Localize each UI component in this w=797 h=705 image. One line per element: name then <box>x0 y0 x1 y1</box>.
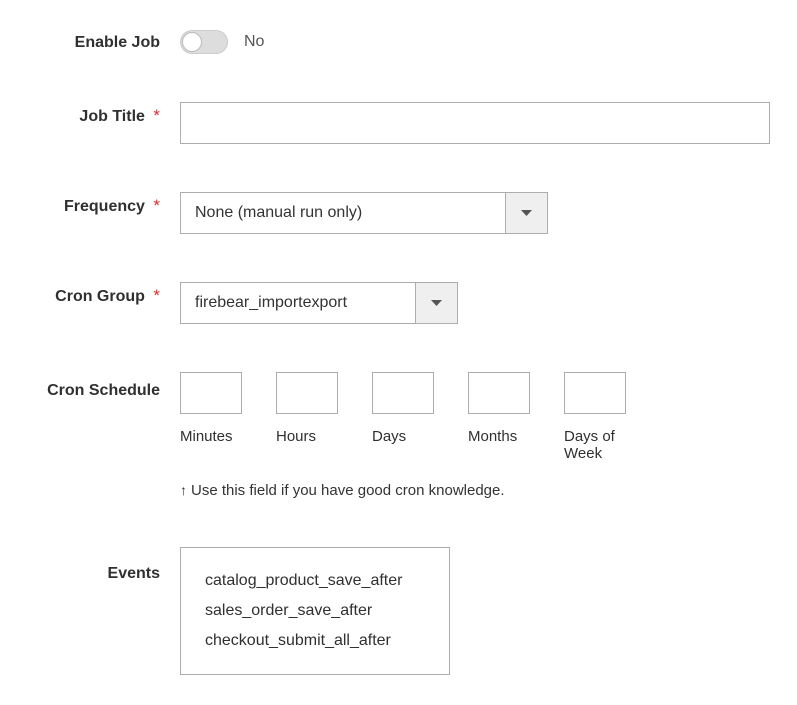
list-item[interactable]: sales_order_save_after <box>181 596 449 626</box>
enable-job-toggle[interactable] <box>180 30 228 54</box>
chevron-down-icon <box>505 193 547 233</box>
arrow-up-icon: ↑ <box>180 482 187 498</box>
list-item[interactable]: catalog_product_save_after <box>181 566 449 596</box>
enable-job-label: Enable Job <box>75 34 160 51</box>
cron-minutes-label: Minutes <box>180 428 233 445</box>
cron-months-label: Months <box>468 428 517 445</box>
required-marker: * <box>153 196 160 215</box>
cron-dow-input[interactable] <box>564 372 626 414</box>
frequency-select[interactable]: None (manual run only) <box>180 192 548 234</box>
job-title-label: Job Title <box>79 108 145 125</box>
cron-minutes-input[interactable] <box>180 372 242 414</box>
list-item[interactable]: checkout_submit_all_after <box>181 626 449 656</box>
cron-group-select[interactable]: firebear_importexport <box>180 282 458 324</box>
job-title-input[interactable] <box>180 102 770 144</box>
enable-job-state-text: No <box>244 33 264 51</box>
cron-schedule-note: ↑Use this field if you have good cron kn… <box>180 482 505 499</box>
cron-schedule-label: Cron Schedule <box>47 382 160 399</box>
cron-group-selected: firebear_importexport <box>181 294 415 312</box>
cron-months-input[interactable] <box>468 372 530 414</box>
cron-group-label: Cron Group <box>55 288 145 305</box>
required-marker: * <box>153 106 160 125</box>
cron-days-label: Days <box>372 428 406 445</box>
cron-dow-label: Days of Week <box>564 428 634 462</box>
cron-hours-label: Hours <box>276 428 316 445</box>
frequency-selected: None (manual run only) <box>181 204 505 222</box>
cron-days-input[interactable] <box>372 372 434 414</box>
events-label: Events <box>108 565 160 582</box>
required-marker: * <box>153 286 160 305</box>
cron-hours-input[interactable] <box>276 372 338 414</box>
frequency-label: Frequency <box>64 198 145 215</box>
events-listbox[interactable]: catalog_product_save_after sales_order_s… <box>180 547 450 675</box>
chevron-down-icon <box>415 283 457 323</box>
